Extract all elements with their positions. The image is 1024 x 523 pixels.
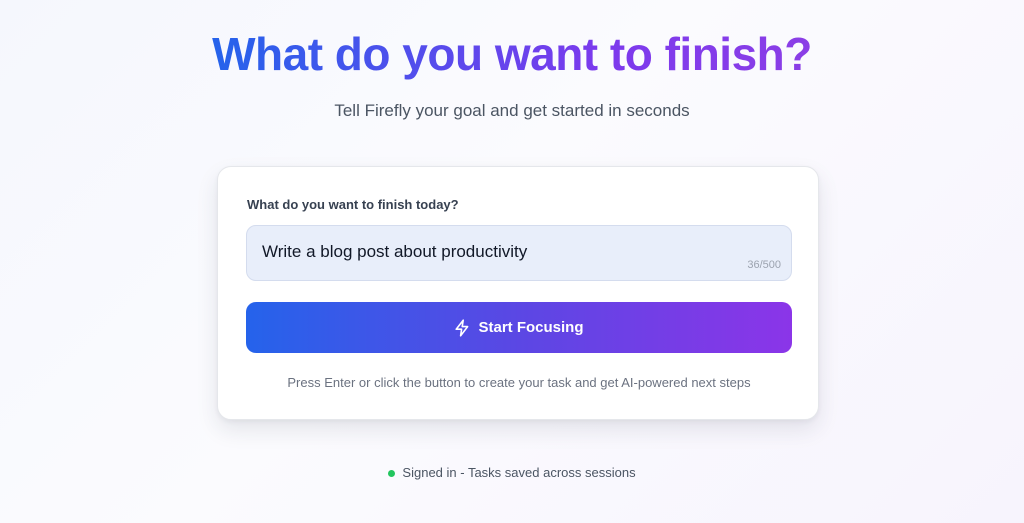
- start-focusing-label: Start Focusing: [478, 318, 584, 336]
- session-status: Signed in - Tasks saved across sessions: [0, 465, 1024, 481]
- page-title: What do you want to finish?: [0, 26, 1024, 82]
- status-indicator-dot: [388, 469, 396, 477]
- start-focusing-button[interactable]: Start Focusing: [246, 302, 792, 353]
- page-subtitle: Tell Firefly your goal and get started i…: [334, 101, 690, 120]
- task-card: What do you want to finish today? Write …: [217, 166, 819, 420]
- character-counter: 36/500: [747, 259, 781, 271]
- page-title-text: What do you want to finish?: [212, 28, 812, 80]
- task-input[interactable]: Write a blog post about productivity 36/…: [246, 225, 792, 281]
- task-input-label: What do you want to finish today?: [247, 197, 459, 212]
- status-text: Signed in - Tasks saved across sessions: [402, 465, 636, 480]
- lightning-bolt-icon: [454, 318, 470, 337]
- task-input-value[interactable]: Write a blog post about productivity: [262, 242, 527, 262]
- helper-text: Press Enter or click the button to creat…: [287, 375, 751, 390]
